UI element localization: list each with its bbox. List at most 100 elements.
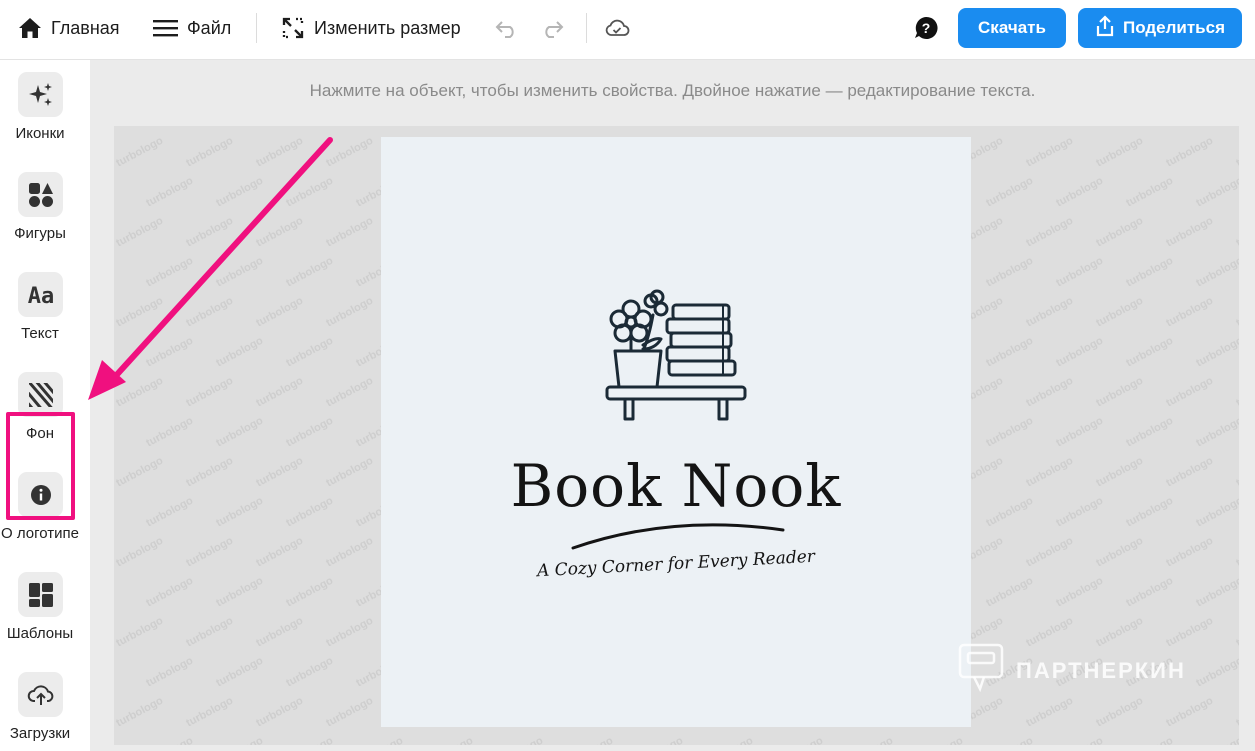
watermark-text: turbologo (1054, 494, 1106, 530)
logo-title[interactable]: Book Nook (381, 452, 971, 520)
watermark-text: turbologo (284, 334, 336, 370)
watermark-text: turbologo (324, 134, 376, 170)
watermark-text: turbologo (1234, 294, 1239, 330)
watermark-text: turbologo (144, 574, 196, 610)
watermark-text: turbologo (1024, 614, 1076, 650)
watermark-text: turbologo (184, 374, 236, 410)
sidebar-item-uploads[interactable]: Загрузки (0, 660, 80, 751)
sidebar-item-icons[interactable]: Иконки (0, 60, 80, 152)
watermark-text: turbologo (1124, 174, 1176, 210)
undo-icon (495, 18, 519, 38)
resize-icon (281, 16, 305, 40)
download-button[interactable]: Скачать (958, 8, 1066, 48)
left-sidebar: Иконки Фигуры Aa Текст Фон О логотипе Ша… (0, 60, 90, 751)
watermark-text: turbologo (1054, 174, 1106, 210)
watermark-text: turbologo (1194, 654, 1239, 690)
watermark-text: turbologo (144, 735, 195, 745)
watermark-text: turbologo (1194, 334, 1239, 370)
file-menu-button[interactable]: Файл (153, 0, 231, 56)
watermark-text: turbologo (1194, 574, 1239, 610)
watermark-text: turbologo (114, 534, 166, 570)
toolbar-divider (256, 13, 257, 43)
watermark-text: turbologo (1054, 334, 1106, 370)
watermark-text: turbologo (1094, 614, 1146, 650)
watermark-text: turbologo (214, 174, 266, 210)
share-button[interactable]: Поделиться (1078, 8, 1242, 48)
cloud-save-button[interactable] (604, 0, 630, 56)
watermark-text: turbologo (1164, 614, 1216, 650)
sidebar-item-shapes[interactable]: Фигуры (0, 160, 80, 252)
home-button[interactable]: Главная (18, 0, 120, 56)
share-label: Поделиться (1122, 18, 1226, 37)
watermark-text: turbologo (704, 735, 755, 745)
watermark-text: turbologo (914, 735, 965, 745)
annotation-highlight-box (6, 412, 75, 520)
partner-text: ПАРТНЕРКИН (1016, 658, 1186, 683)
watermark-text: turbologo (254, 454, 306, 490)
cloud-save-icon (604, 18, 630, 38)
toolbar-divider (586, 13, 587, 43)
background-stripes-icon (18, 372, 63, 417)
watermark-text: turbologo (1194, 735, 1239, 745)
watermark-text: turbologo (1024, 454, 1076, 490)
watermark-text: turbologo (184, 694, 236, 730)
svg-text:?: ? (922, 20, 931, 36)
watermark-text: turbologo (114, 374, 166, 410)
partner-logo-icon (958, 643, 1004, 699)
watermark-text: turbologo (1234, 134, 1239, 170)
watermark-text: turbologo (324, 534, 376, 570)
watermark-text: turbologo (184, 454, 236, 490)
watermark-text: turbologo (254, 374, 306, 410)
watermark-text: turbologo (324, 374, 376, 410)
plant-books-shelf-icon[interactable] (603, 287, 749, 427)
watermark-text: turbologo (1094, 134, 1146, 170)
watermark-text: turbologo (254, 534, 306, 570)
sidebar-item-label: Шаблоны (6, 625, 74, 642)
help-button[interactable]: ? (914, 0, 938, 56)
watermark-text: turbologo (1164, 694, 1216, 730)
watermark-text: turbologo (324, 214, 376, 250)
watermark-text: turbologo (214, 574, 266, 610)
watermark-text: turbologo (184, 134, 236, 170)
watermark-text: turbologo (114, 454, 166, 490)
sidebar-item-label: Текст (21, 325, 59, 342)
redo-button[interactable] (540, 0, 564, 56)
watermark-text: turbologo (324, 614, 376, 650)
watermark-text: turbologo (1124, 254, 1176, 290)
shapes-icon (18, 172, 63, 217)
watermark-text: turbologo (114, 694, 166, 730)
watermark-text: turbologo (1234, 454, 1239, 490)
watermark-text: turbologo (1024, 534, 1076, 570)
redo-icon (540, 18, 564, 38)
undo-button[interactable] (495, 0, 519, 56)
watermark-text: turbologo (184, 534, 236, 570)
logo-preview[interactable]: Book Nook A Cozy Corner for Every Reader (381, 137, 971, 727)
watermark-text: turbologo (1094, 534, 1146, 570)
share-icon (1095, 14, 1115, 42)
sidebar-item-templates[interactable]: Шаблоны (0, 560, 80, 652)
top-toolbar: Главная Файл Изменить размер ? Скачать П… (0, 0, 1255, 60)
watermark-text: turbologo (984, 174, 1036, 210)
watermark-text: turbologo (254, 294, 306, 330)
sidebar-item-text[interactable]: Aa Текст (0, 260, 80, 352)
watermark-text: turbologo (114, 294, 166, 330)
resize-button[interactable]: Изменить размер (281, 0, 461, 56)
watermark-text: turbologo (184, 214, 236, 250)
watermark-text: turbologo (284, 174, 336, 210)
watermark-text: turbologo (1194, 494, 1239, 530)
watermark-text: turbologo (1124, 574, 1176, 610)
watermark-text: turbologo (1094, 454, 1146, 490)
watermark-text: turbologo (1164, 534, 1216, 570)
partner-watermark: ПАРТНЕРКИН (958, 643, 1186, 699)
watermark-text: turbologo (984, 574, 1036, 610)
watermark-text: turbologo (984, 735, 1035, 745)
watermark-text: turbologo (1024, 694, 1076, 730)
watermark-text: turbologo (284, 654, 336, 690)
cloud-upload-icon (18, 672, 63, 717)
watermark-text: turbologo (1164, 454, 1216, 490)
watermark-text: turbologo (254, 134, 306, 170)
watermark-text: turbologo (1024, 134, 1076, 170)
watermark-text: turbologo (1124, 494, 1176, 530)
watermark-text: turbologo (1234, 694, 1239, 730)
watermark-text: turbologo (144, 334, 196, 370)
